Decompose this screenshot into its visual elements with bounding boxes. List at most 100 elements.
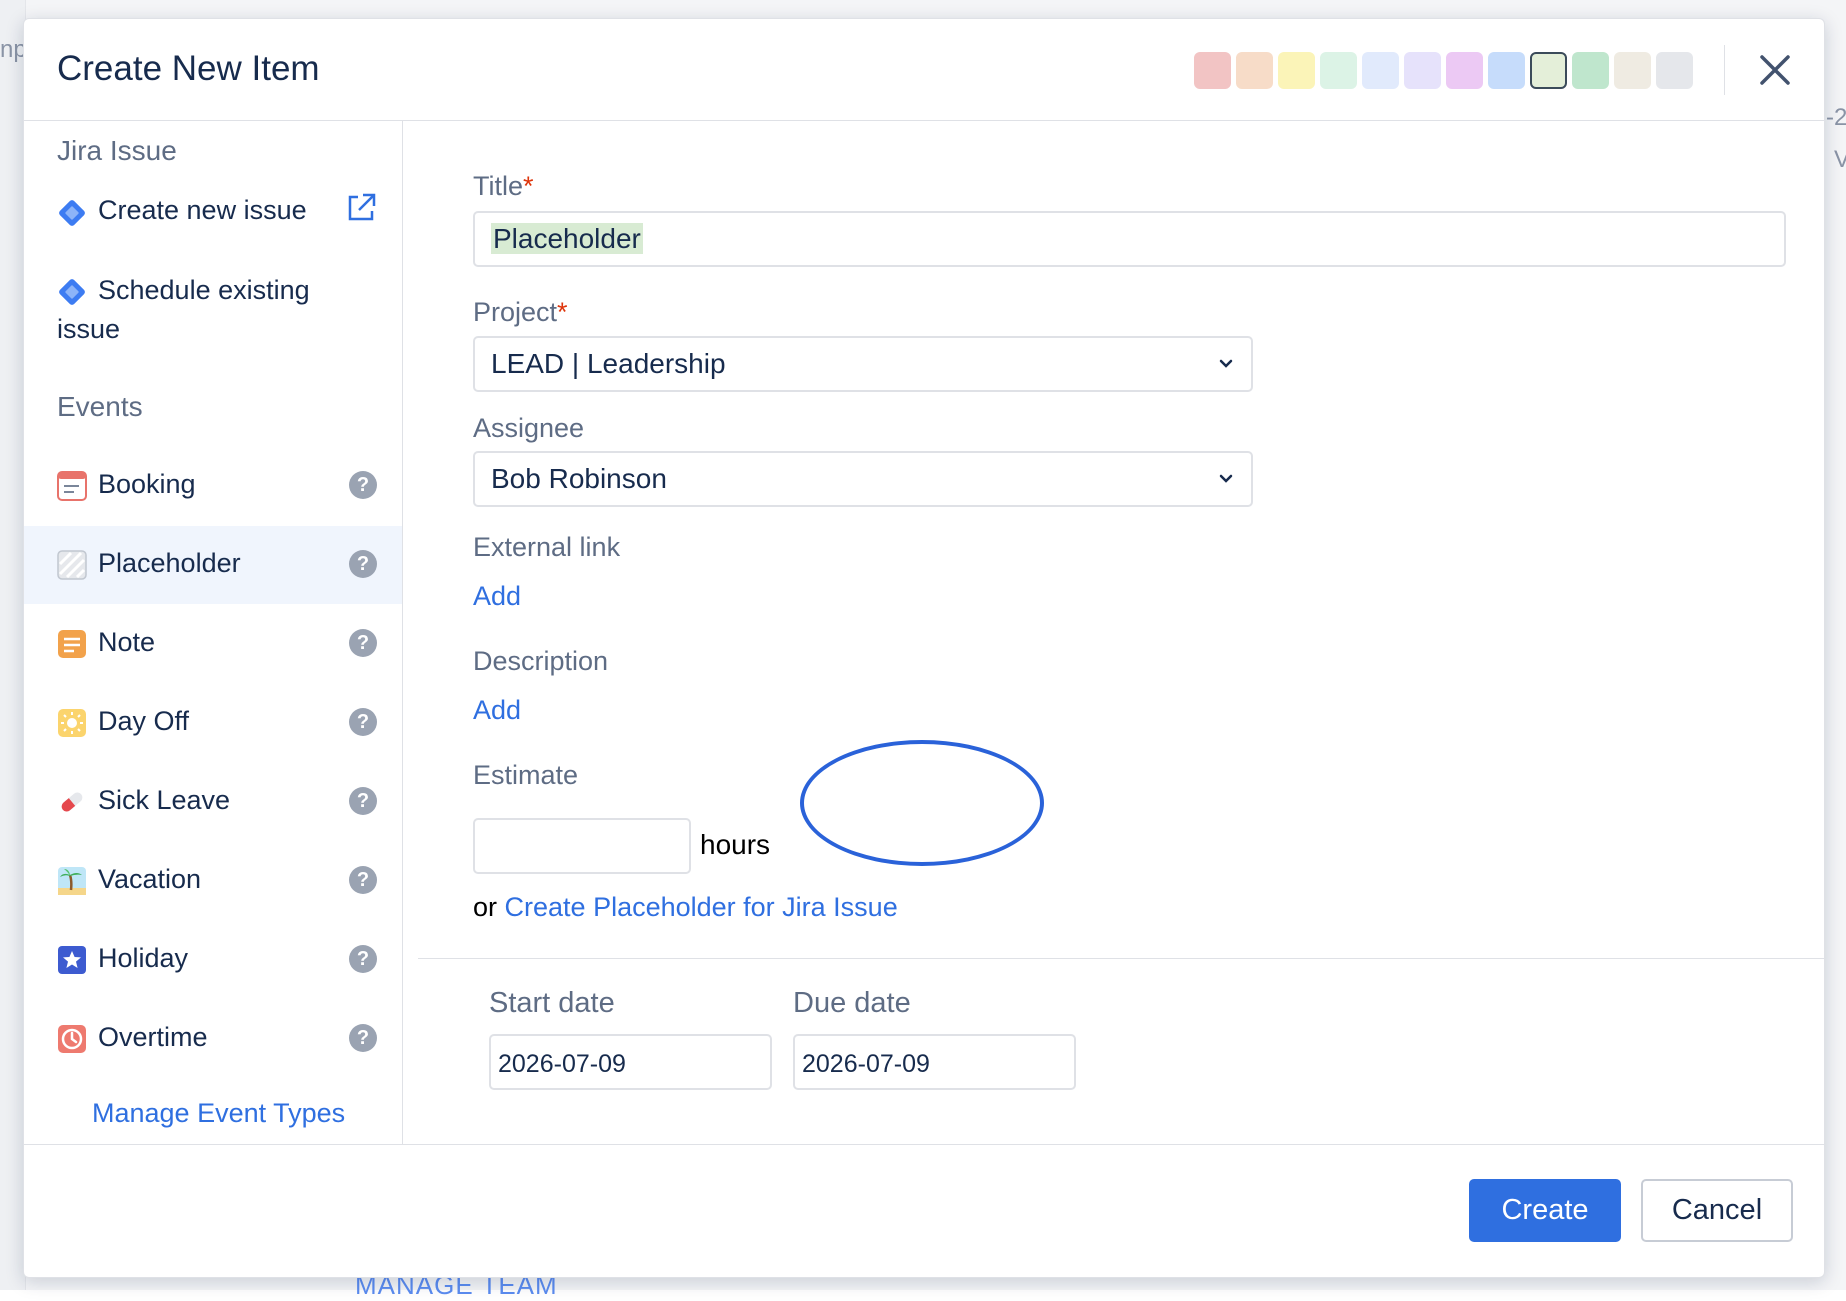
chevron-down-icon <box>1219 359 1233 368</box>
background-text: -2 <box>1826 104 1846 131</box>
event-item-overtime[interactable]: Overtime ? <box>24 1000 402 1078</box>
color-swatch[interactable] <box>1404 52 1441 89</box>
description-add[interactable]: Add <box>473 695 521 726</box>
create-item-dialog: Create New Item Jira Issue Create new is… <box>23 18 1825 1278</box>
assignee-select[interactable]: Bob Robinson <box>473 451 1253 507</box>
header-divider <box>1724 45 1725 95</box>
due-date-input[interactable]: 2026-07-09 <box>793 1034 1076 1090</box>
external-link-icon[interactable] <box>344 191 378 225</box>
event-label: Placeholder <box>98 548 241 578</box>
event-label: Note <box>98 627 156 657</box>
background-text: V <box>1834 146 1846 173</box>
chevron-down-icon <box>1219 474 1233 483</box>
event-item-note[interactable]: Note ? <box>24 605 402 683</box>
help-icon[interactable]: ? <box>349 471 377 499</box>
event-item-holiday[interactable]: Holiday ? <box>24 921 402 999</box>
assignee-label: Assignee <box>473 413 585 443</box>
event-label: Sick Leave <box>98 785 231 815</box>
color-swatch[interactable] <box>1614 52 1651 89</box>
event-item-sick-leave[interactable]: Sick Leave ? <box>24 763 402 841</box>
due-date-label: Due date <box>793 987 911 1019</box>
cancel-button[interactable]: Cancel <box>1641 1179 1793 1242</box>
event-label: Day Off <box>98 706 190 736</box>
help-icon[interactable]: ? <box>349 1024 377 1052</box>
dialog-header: Create New Item <box>24 19 1824 121</box>
create-button[interactable]: Create <box>1469 1179 1621 1242</box>
event-label: Overtime <box>98 1022 208 1052</box>
jira-diamond-icon <box>59 279 85 305</box>
color-swatch[interactable] <box>1236 52 1273 89</box>
manage-event-types-link[interactable]: Manage Event Types <box>92 1098 345 1129</box>
color-swatch[interactable] <box>1194 52 1231 89</box>
help-icon[interactable]: ? <box>349 708 377 736</box>
title-input[interactable]: Placeholder <box>473 211 1786 267</box>
color-swatch[interactable] <box>1278 52 1315 89</box>
annotation-circle <box>800 740 1044 866</box>
project-select[interactable]: LEAD | Leadership <box>473 336 1253 392</box>
event-label: Vacation <box>98 864 202 894</box>
required-marker: * <box>523 171 534 201</box>
assignee-value: Bob Robinson <box>491 463 667 494</box>
due-date-value: 2026-07-09 <box>802 1050 930 1078</box>
event-item-placeholder[interactable]: Placeholder ? <box>24 526 402 604</box>
jira-diamond-icon <box>59 200 85 226</box>
form-divider <box>418 958 1824 959</box>
clock-icon <box>58 1025 86 1053</box>
color-swatch[interactable] <box>1530 52 1567 89</box>
estimate-label: Estimate <box>473 760 579 790</box>
color-swatch[interactable] <box>1656 52 1693 89</box>
color-swatch[interactable] <box>1320 52 1357 89</box>
title-value: Placeholder <box>491 223 643 254</box>
color-swatch[interactable] <box>1362 52 1399 89</box>
schedule-existing-label: Schedule existing <box>98 275 310 305</box>
start-date-input[interactable]: 2026-07-09 <box>489 1034 772 1090</box>
event-item-vacation[interactable]: Vacation ? <box>24 842 402 920</box>
note-icon <box>58 630 86 658</box>
event-label: Booking <box>98 469 196 499</box>
palm-tree-icon <box>58 867 86 895</box>
item-type-sidebar: Jira Issue Create new issue Schedule exi… <box>24 121 403 1144</box>
schedule-existing-label-line2: issue <box>57 314 121 344</box>
external-link-label: External link <box>473 532 621 562</box>
event-item-day-off[interactable]: Day Off ? <box>24 684 402 762</box>
estimate-unit: hours <box>700 829 771 860</box>
external-link-add[interactable]: Add <box>473 581 521 612</box>
jira-issue-heading: Jira Issue <box>57 135 177 166</box>
events-heading: Events <box>57 391 143 422</box>
help-icon[interactable]: ? <box>349 945 377 973</box>
create-new-issue-label: Create new issue <box>98 195 307 225</box>
estimate-input[interactable] <box>473 818 691 874</box>
help-icon[interactable]: ? <box>349 866 377 894</box>
color-picker <box>1194 52 1698 89</box>
description-label: Description <box>473 646 609 676</box>
help-icon[interactable]: ? <box>349 550 377 578</box>
placeholder-icon <box>57 550 87 580</box>
help-icon[interactable]: ? <box>349 629 377 657</box>
close-button[interactable] <box>1752 47 1798 93</box>
color-swatch[interactable] <box>1572 52 1609 89</box>
create-placeholder-for-jira-link[interactable]: Create Placeholder for Jira Issue <box>505 892 898 922</box>
color-swatch[interactable] <box>1446 52 1483 89</box>
item-form: Title* Placeholder Project* LEAD | Leade… <box>403 121 1824 1144</box>
schedule-existing-issue-item[interactable]: Schedule existing issue <box>24 253 402 363</box>
help-icon[interactable]: ? <box>349 787 377 815</box>
start-date-value: 2026-07-09 <box>498 1050 626 1078</box>
required-marker: * <box>557 297 568 327</box>
event-label: Holiday <box>98 943 189 973</box>
jira-placeholder-line: or Create Placeholder for Jira Issue <box>473 892 898 923</box>
project-value: LEAD | Leadership <box>491 348 726 379</box>
title-label: Title* <box>473 171 534 201</box>
color-swatch[interactable] <box>1488 52 1525 89</box>
booking-icon <box>57 471 87 501</box>
start-date-label: Start date <box>489 987 615 1019</box>
create-new-issue-item[interactable]: Create new issue <box>24 173 402 251</box>
pill-icon <box>61 792 83 812</box>
event-item-booking[interactable]: Booking ? <box>24 447 402 525</box>
star-icon <box>58 946 86 974</box>
or-text: or <box>473 892 498 922</box>
project-label: Project* <box>473 297 568 327</box>
sun-icon <box>58 709 86 737</box>
dialog-title: Create New Item <box>57 49 320 88</box>
close-icon <box>1760 55 1790 85</box>
dialog-footer: Create Cancel <box>24 1144 1824 1277</box>
